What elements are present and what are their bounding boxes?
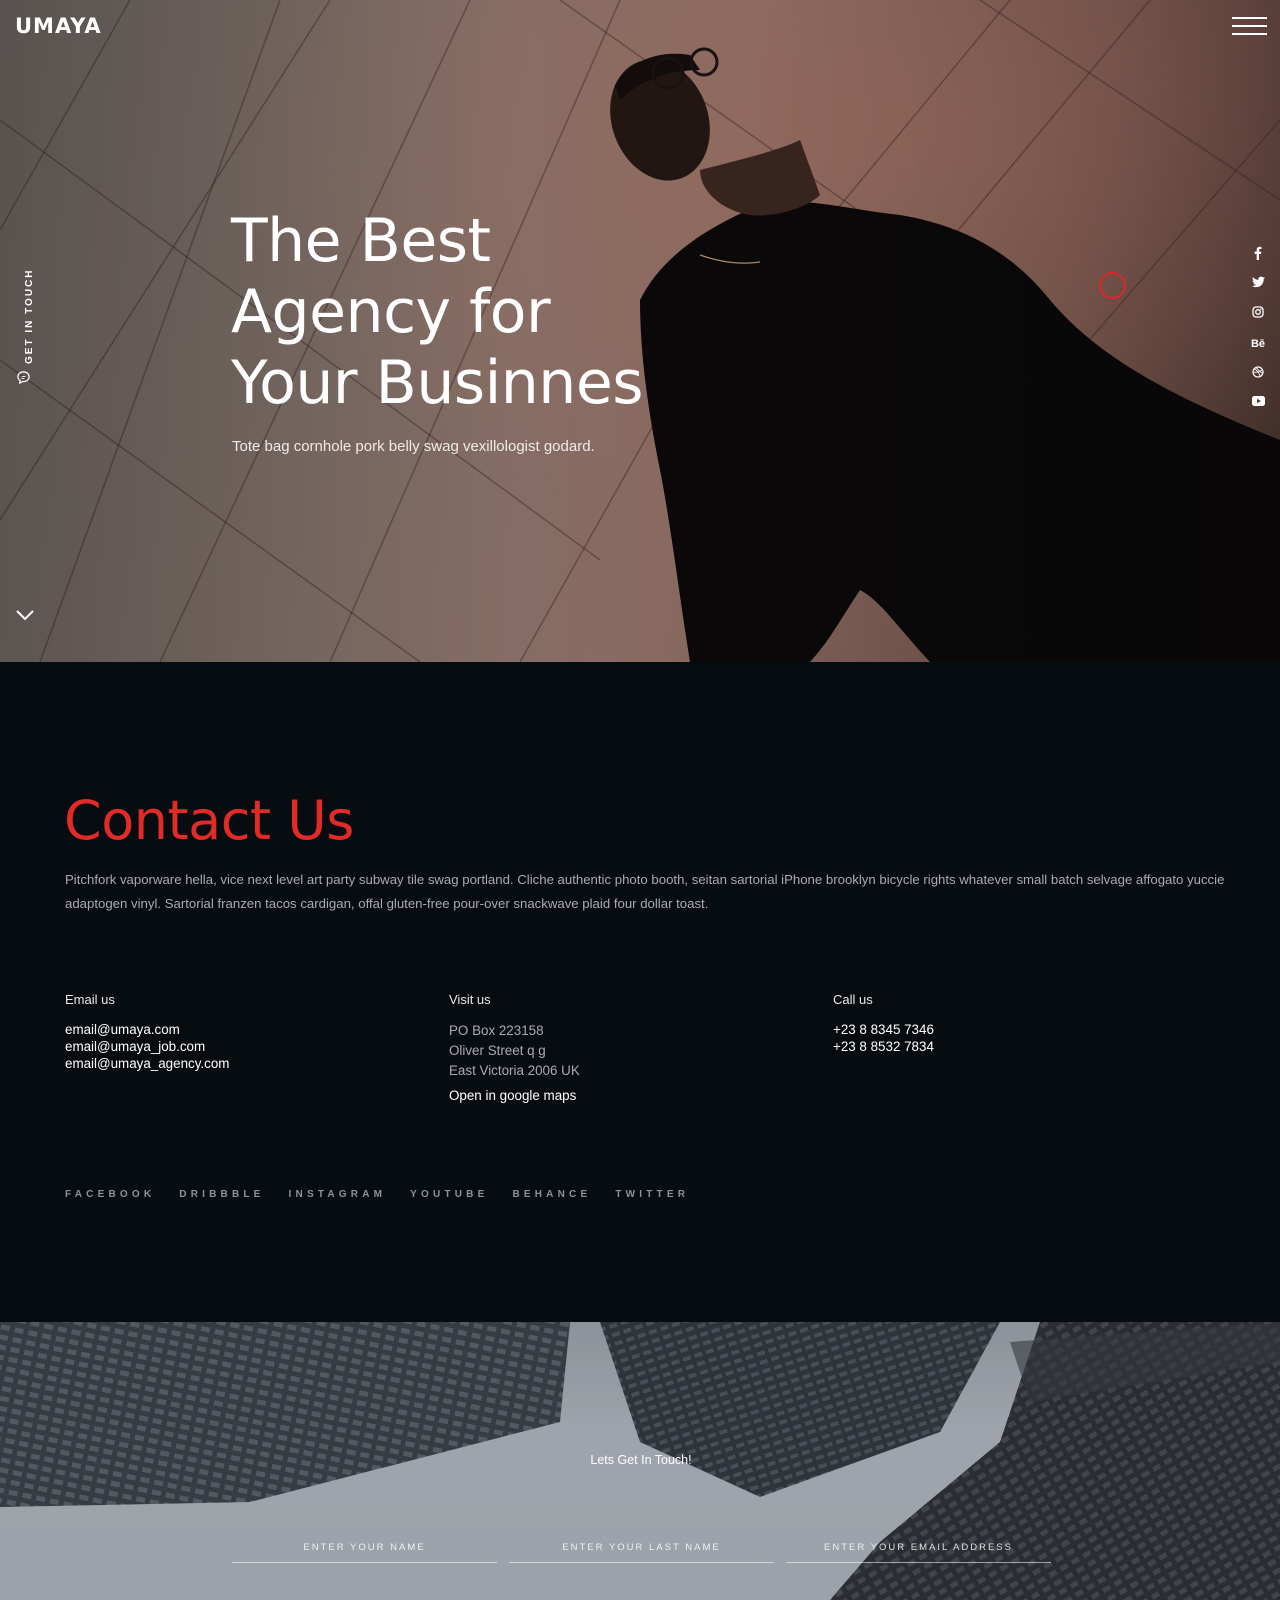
logo[interactable]: UMAYA bbox=[15, 14, 102, 38]
phone-link[interactable]: +23 8 8345 7346 bbox=[833, 1021, 1193, 1038]
hero-section: UMAYA GET IN TOUCH The Best Agency for Y… bbox=[0, 0, 1280, 662]
visit-column: Visit us PO Box 223158 Oliver Street q g… bbox=[449, 992, 809, 1103]
headline-line-3: Your Businnes bbox=[231, 348, 644, 418]
instagram-icon[interactable] bbox=[1248, 306, 1268, 336]
chat-bubble-icon bbox=[17, 371, 30, 385]
hero-headline: The Best Agency for Your Businnes bbox=[231, 206, 791, 419]
headline-line-2: Agency for bbox=[231, 277, 551, 347]
headline-line-1: The Best bbox=[231, 206, 491, 276]
email-link[interactable]: email@umaya_job.com bbox=[65, 1038, 425, 1055]
hero-subline: Tote bag cornhole pork belly swag vexill… bbox=[232, 438, 595, 455]
first-name-input[interactable] bbox=[232, 1534, 497, 1560]
twitter-icon[interactable] bbox=[1248, 276, 1268, 306]
contact-title: Contact Us bbox=[64, 789, 354, 852]
first-name-field bbox=[232, 1534, 497, 1563]
call-column: Call us +23 8 8345 7346 +23 8 8532 7834 bbox=[833, 992, 1193, 1055]
phone-link[interactable]: +23 8 8532 7834 bbox=[833, 1038, 1193, 1055]
get-in-touch-section: Lets Get In Touch! bbox=[0, 1322, 1280, 1600]
contact-description: Pitchfork vaporware hella, vice next lev… bbox=[65, 872, 1225, 911]
social-links: FACEBOOK DRIBBBLE INSTAGRAM YOUTUBE BEHANCE T… bbox=[65, 1184, 713, 1200]
email-link[interactable]: email@umaya.com bbox=[65, 1021, 425, 1038]
last-name-field bbox=[509, 1534, 774, 1563]
last-name-input[interactable] bbox=[509, 1534, 774, 1560]
social-link-dribbble[interactable]: DRIBBBLE bbox=[179, 1189, 264, 1200]
address-line: Oliver Street q g bbox=[449, 1043, 546, 1058]
dribbble-icon[interactable] bbox=[1248, 366, 1268, 396]
social-link-behance[interactable]: BEHANCE bbox=[512, 1189, 591, 1200]
youtube-icon[interactable] bbox=[1248, 396, 1268, 426]
email-address-input[interactable] bbox=[786, 1534, 1051, 1560]
social-link-youtube[interactable]: YOUTUBE bbox=[410, 1189, 488, 1200]
email-address-field bbox=[786, 1534, 1051, 1563]
address-line: East Victoria 2006 UK bbox=[449, 1063, 580, 1078]
hero-social-icons: Bē bbox=[1248, 246, 1268, 426]
email-label: Email us bbox=[65, 992, 115, 1007]
social-link-instagram[interactable]: INSTAGRAM bbox=[289, 1189, 387, 1200]
email-column: Email us email@umaya.com email@umaya_job… bbox=[65, 992, 425, 1072]
address-line: PO Box 223158 bbox=[449, 1023, 544, 1038]
social-link-twitter[interactable]: TWITTER bbox=[615, 1189, 689, 1200]
behance-icon[interactable]: Bē bbox=[1248, 336, 1268, 366]
email-link[interactable]: email@umaya_agency.com bbox=[65, 1055, 425, 1072]
touch-title: Lets Get In Touch! bbox=[590, 1453, 692, 1467]
social-link-facebook[interactable]: FACEBOOK bbox=[65, 1189, 155, 1200]
facebook-icon[interactable] bbox=[1248, 246, 1268, 276]
hamburger-menu-icon[interactable] bbox=[1232, 17, 1267, 35]
visit-label: Visit us bbox=[449, 992, 491, 1007]
cursor-circle bbox=[1099, 272, 1126, 299]
get-in-touch-link[interactable]: GET IN TOUCH bbox=[14, 268, 35, 388]
google-maps-link[interactable]: Open in google maps bbox=[449, 1088, 809, 1103]
get-in-touch-label: GET IN TOUCH bbox=[24, 268, 35, 364]
contact-section: Contact Us Pitchfork vaporware hella, vi… bbox=[0, 662, 1280, 1322]
scroll-down-chevron-icon[interactable] bbox=[15, 608, 35, 622]
call-label: Call us bbox=[833, 992, 873, 1007]
